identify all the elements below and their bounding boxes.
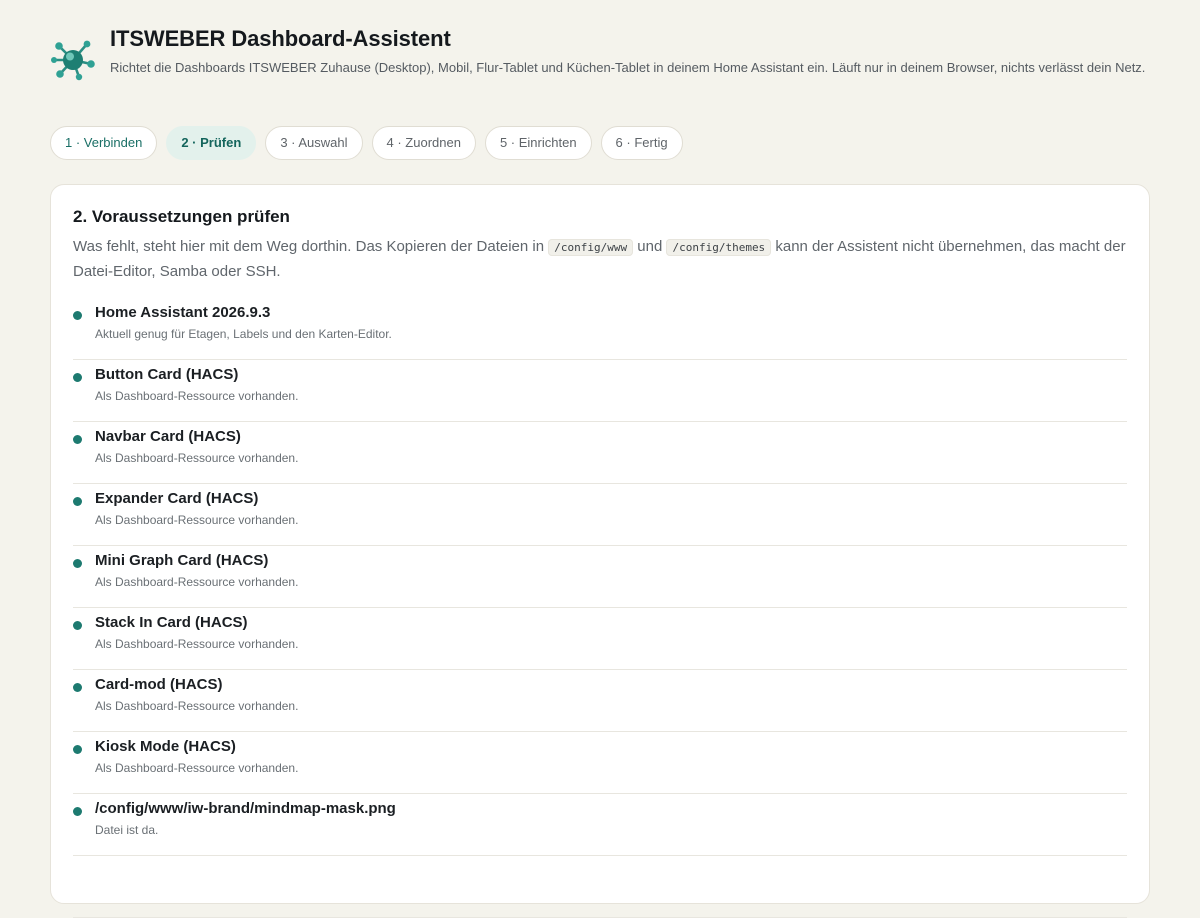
status-ok-dot-icon bbox=[73, 373, 82, 382]
status-ok-dot-icon bbox=[73, 435, 82, 444]
step-assign[interactable]: 4 · Zuordnen bbox=[371, 126, 476, 160]
app-subtitle: Richtet die Dashboards ITSWEBER Zuhause … bbox=[110, 60, 1146, 75]
step-done[interactable]: 6 · Fertig bbox=[600, 126, 683, 160]
check-title: Mini Graph Card (HACS) bbox=[95, 552, 269, 569]
check-note: Aktuell genug für Etagen, Labels und den… bbox=[95, 327, 392, 341]
check-title: Home Assistant 2026.9.3 bbox=[95, 304, 271, 321]
check-item-kiosk-mode: Kiosk Mode (HACS) Als Dashboard-Ressourc… bbox=[73, 732, 1127, 794]
check-note: Datei ist da. bbox=[95, 823, 159, 837]
check-item-ha-version: Home Assistant 2026.9.3 Aktuell genug fü… bbox=[73, 298, 1127, 360]
status-ok-dot-icon bbox=[73, 497, 82, 506]
check-title: Navbar Card (HACS) bbox=[95, 428, 241, 445]
check-item-expander-card: Expander Card (HACS) Als Dashboard-Resso… bbox=[73, 484, 1127, 546]
code-config-www: /config/www bbox=[548, 239, 634, 256]
app-header: ITSWEBER Dashboard-Assistent Richtet die… bbox=[50, 26, 1150, 106]
check-note: Als Dashboard-Ressource vorhanden. bbox=[95, 513, 299, 527]
app-title: ITSWEBER Dashboard-Assistent bbox=[110, 26, 451, 51]
step-setup[interactable]: 5 · Einrichten bbox=[484, 126, 592, 160]
step-selection[interactable]: 3 · Auswahl bbox=[265, 126, 363, 160]
status-ok-dot-icon bbox=[73, 559, 82, 568]
check-note: Als Dashboard-Ressource vorhanden. bbox=[95, 699, 299, 713]
check-item-mini-graph-card: Mini Graph Card (HACS) Als Dashboard-Res… bbox=[73, 546, 1127, 608]
check-title: Expander Card (HACS) bbox=[95, 490, 259, 507]
desc-text-2: und bbox=[637, 238, 663, 255]
status-ok-dot-icon bbox=[73, 745, 82, 754]
check-note: Als Dashboard-Ressource vorhanden. bbox=[95, 389, 299, 403]
status-ok-dot-icon bbox=[73, 807, 82, 816]
check-note: Als Dashboard-Ressource vorhanden. bbox=[95, 637, 299, 651]
check-item-stack-in-card: Stack In Card (HACS) Als Dashboard-Resso… bbox=[73, 608, 1127, 670]
step-check[interactable]: 2 · Prüfen bbox=[166, 126, 257, 160]
check-item-navbar-card: Navbar Card (HACS) Als Dashboard-Ressour… bbox=[73, 422, 1127, 484]
check-item-card-mod: Card-mod (HACS) Als Dashboard-Ressource … bbox=[73, 670, 1127, 732]
check-item-mindmap-mask: /config/www/iw-brand/mindmap-mask.png Da… bbox=[73, 794, 1127, 856]
check-title: Kiosk Mode (HACS) bbox=[95, 738, 236, 755]
status-ok-dot-icon bbox=[73, 621, 82, 630]
check-item-next bbox=[73, 856, 1127, 918]
step-connect[interactable]: 1 · Verbinden bbox=[50, 126, 158, 160]
mindmap-molecule-icon bbox=[51, 40, 95, 81]
code-config-themes: /config/themes bbox=[666, 239, 772, 256]
check-title: Button Card (HACS) bbox=[95, 366, 239, 383]
status-ok-dot-icon bbox=[73, 311, 82, 320]
wizard-steps: 1 · Verbinden 2 · Prüfen 3 · Auswahl 4 ·… bbox=[50, 126, 683, 160]
check-title: Card-mod (HACS) bbox=[95, 676, 223, 693]
check-title: Stack In Card (HACS) bbox=[95, 614, 248, 631]
check-item-button-card: Button Card (HACS) Als Dashboard-Ressour… bbox=[73, 360, 1127, 422]
section-description: Was fehlt, steht hier mit dem Weg dorthi… bbox=[73, 235, 1133, 284]
desc-text-1: Was fehlt, steht hier mit dem Weg dorthi… bbox=[73, 238, 545, 255]
checks-list: Home Assistant 2026.9.3 Aktuell genug fü… bbox=[73, 298, 1127, 918]
check-note: Als Dashboard-Ressource vorhanden. bbox=[95, 575, 299, 589]
check-note: Als Dashboard-Ressource vorhanden. bbox=[95, 451, 299, 465]
status-ok-dot-icon bbox=[73, 683, 82, 692]
check-note: Als Dashboard-Ressource vorhanden. bbox=[95, 761, 299, 775]
check-title: /config/www/iw-brand/mindmap-mask.png bbox=[95, 800, 396, 817]
prerequisites-card: 2. Voraussetzungen prüfen Was fehlt, ste… bbox=[50, 184, 1150, 918]
section-title: 2. Voraussetzungen prüfen bbox=[73, 207, 290, 226]
